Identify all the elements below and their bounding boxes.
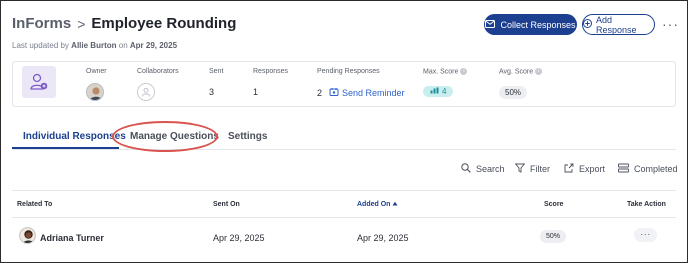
max-score-pill: 4	[423, 86, 454, 97]
pending-responses-value: 2	[317, 88, 323, 98]
row-actions-button[interactable]: ···	[634, 228, 657, 242]
breadcrumb: InForms > Employee Rounding	[12, 15, 236, 32]
owner-label: Owner	[86, 68, 107, 75]
max-score-badge: 4	[423, 86, 454, 97]
completed-filter-button[interactable]: Completed	[618, 163, 678, 175]
row-added-on: Apr 29, 2025	[357, 233, 409, 243]
max-score-value: 4	[442, 87, 447, 96]
search-icon	[461, 163, 471, 175]
search-button[interactable]: Search	[461, 163, 505, 175]
completed-label: Completed	[634, 164, 678, 174]
info-icon[interactable]: i	[460, 68, 468, 75]
row-sent-on: Apr 29, 2025	[213, 233, 265, 243]
more-options-button[interactable]: ···	[662, 16, 679, 32]
row-score-badge: 50%	[540, 230, 567, 243]
max-score-label: Max. Score i	[423, 68, 468, 76]
collect-responses-label: Collect Responses	[500, 19, 576, 30]
tab-individual-responses[interactable]: Individual Responses	[23, 131, 126, 142]
updated-date: Apr 29, 2025	[129, 41, 178, 50]
filter-button[interactable]: Filter	[514, 163, 550, 175]
export-button[interactable]: Export	[564, 163, 605, 175]
add-response-label: Add Response	[596, 14, 637, 35]
updated-on-prefix: on	[118, 41, 128, 50]
avg-score-value: 50%	[499, 86, 528, 99]
collect-responses-button[interactable]: Collect Responses	[484, 14, 577, 35]
row-related-to[interactable]: Adriana Turner	[40, 233, 104, 243]
avatar	[86, 83, 104, 101]
export-icon	[564, 163, 574, 175]
responses-value: 1	[253, 87, 259, 97]
max-score-label-text: Max. Score	[423, 68, 459, 76]
avg-score-label-text: Avg. Score	[499, 68, 534, 76]
table-row[interactable]: Adriana Turner Apr 29, 2025 Apr 29, 2025…	[12, 222, 676, 252]
add-response-button[interactable]: Add Response	[582, 14, 655, 35]
user-placeholder-icon	[137, 83, 155, 101]
avg-score-label: Avg. Score i	[499, 68, 543, 76]
form-summary-card: Owner Collaborators Sent 3 Responses 1 P…	[12, 61, 676, 107]
updated-prefix: Last updated by	[12, 41, 69, 50]
page-title: Employee Rounding	[91, 15, 237, 32]
last-updated-text: Last updated by Allie Burton on Apr 29, …	[12, 41, 177, 50]
responses-label: Responses	[253, 68, 289, 75]
sent-value: 3	[209, 87, 215, 97]
avatar	[19, 227, 36, 244]
column-added-on[interactable]: Added On	[357, 201, 398, 208]
filter-label: Filter	[530, 164, 550, 174]
column-sent-on[interactable]: Sent On	[213, 201, 240, 208]
mail-icon	[485, 19, 496, 30]
bell-icon	[329, 87, 339, 99]
chart-icon	[430, 87, 439, 96]
filter-icon	[514, 163, 526, 175]
column-related-to[interactable]: Related To	[17, 201, 52, 208]
breadcrumb-separator: >	[77, 15, 86, 32]
column-score[interactable]: Score	[544, 201, 563, 208]
plus-circle-icon	[583, 19, 592, 30]
send-reminder-label: Send Reminder	[342, 88, 405, 98]
tabs-divider	[12, 149, 676, 150]
user-form-icon	[22, 66, 56, 98]
column-added-on-label: Added On	[357, 201, 391, 208]
breadcrumb-root[interactable]: InForms	[12, 15, 71, 32]
tab-settings[interactable]: Settings	[228, 131, 267, 142]
updated-by: Allie Burton	[71, 41, 117, 50]
pending-responses-row: 2 Send Reminder	[317, 87, 405, 99]
collaborators-avatar[interactable]	[137, 83, 155, 101]
annotation-highlight-circle	[112, 121, 218, 152]
avg-score-pill: 50%	[499, 86, 528, 99]
send-reminder-link[interactable]: Send Reminder	[329, 87, 405, 99]
search-label: Search	[476, 164, 505, 174]
collaborators-label: Collaborators	[137, 68, 179, 75]
column-take-action: Take Action	[627, 201, 666, 208]
app-window: InForms > Employee Rounding Last updated…	[0, 0, 688, 263]
pending-responses-label: Pending Responses	[317, 68, 380, 75]
info-icon[interactable]: i	[535, 68, 543, 75]
completed-icon	[618, 163, 629, 175]
sort-asc-icon	[392, 201, 398, 208]
owner-avatar[interactable]	[86, 83, 104, 101]
table-header: Related To Sent On Added On Score Take A…	[12, 190, 676, 218]
sent-label: Sent	[209, 68, 224, 75]
export-label: Export	[579, 164, 606, 174]
